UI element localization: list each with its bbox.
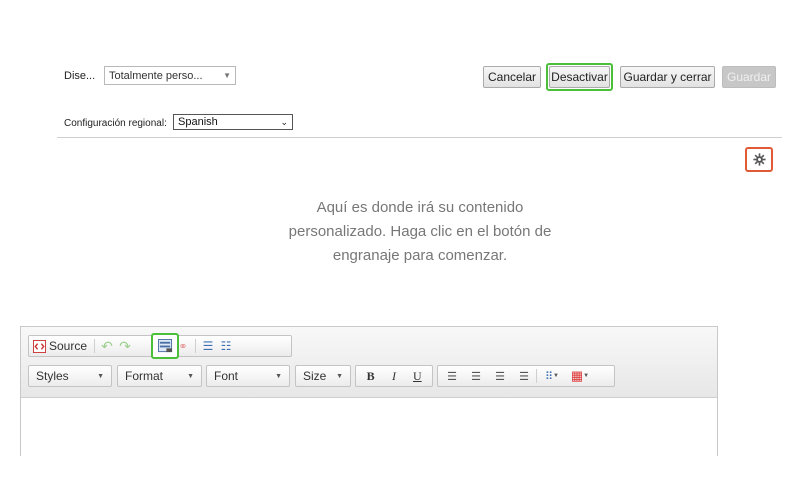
content-placeholder: Aquí es donde irá su contenido personali… (200, 196, 640, 268)
source-label: Source (49, 339, 88, 353)
template-button[interactable] (151, 333, 179, 359)
text-format-group: B I U (355, 365, 433, 387)
format-combo-label: Format (125, 369, 164, 383)
text-color-icon: ⠿ (544, 370, 554, 383)
save-button[interactable]: Guardar (722, 66, 776, 88)
locale-label: Configuración regional: (64, 118, 167, 129)
table-icon: ▦ (570, 368, 584, 383)
chevron-down-icon: ▼ (97, 372, 104, 380)
save-and-close-button[interactable]: Guardar y cerrar (620, 66, 715, 88)
placeholder-line-3: engranaje para comenzar. (332, 247, 508, 264)
redo-button[interactable]: ↷ (116, 337, 134, 355)
chevron-down-icon: ▼ (336, 372, 343, 380)
undo-icon: ↶ (101, 337, 113, 354)
bulleted-list-icon: ☷ (220, 339, 232, 353)
chevron-down-icon: ▼ (187, 372, 194, 380)
template-icon (157, 339, 172, 353)
align-left-button[interactable]: ☰ (443, 367, 461, 385)
placeholder-line-1: Aquí es donde irá su contenido (316, 199, 524, 216)
chevron-down-icon: ▼ (223, 71, 231, 80)
replace-icon: ⚭ (178, 340, 188, 353)
bulleted-list-button[interactable]: ☷ (217, 337, 235, 355)
redo-icon: ↷ (119, 337, 131, 354)
editor-content-area[interactable] (21, 398, 717, 456)
styles-combo[interactable]: Styles ▼ (28, 365, 112, 387)
source-icon (33, 339, 46, 353)
header-divider (57, 137, 782, 138)
font-combo[interactable]: Font ▼ (206, 365, 290, 387)
undo-button[interactable]: ↶ (98, 337, 116, 355)
locale-select-value: Spanish (178, 116, 218, 128)
size-combo-label: Size (303, 369, 327, 383)
text-color-button[interactable]: ⠿ ▼ (540, 367, 564, 385)
design-select-value: Totalmente perso... (109, 69, 203, 82)
toolbar-separator (94, 339, 96, 353)
placeholder-line-2: personalizado. Haga clic en el botón de (288, 223, 552, 240)
italic-button[interactable]: I (385, 367, 403, 385)
settings-gear-button[interactable] (745, 147, 773, 172)
font-combo-label: Font (214, 369, 239, 383)
align-left-icon: ☰ (447, 370, 457, 383)
chevron-down-icon: ▼ (275, 372, 282, 380)
alignment-group: ☰ ☰ ☰ ☰ ⠿ ▼ ▦ ▼ (437, 365, 615, 387)
format-combo[interactable]: Format ▼ (117, 365, 202, 387)
styles-combo-label: Styles (36, 369, 69, 383)
align-right-icon: ☰ (495, 370, 505, 383)
numbered-list-button[interactable]: ☰ (199, 337, 217, 355)
deactivate-button[interactable]: Desactivar (549, 66, 610, 88)
locale-select[interactable]: Spanish ⌄ (173, 114, 293, 130)
toolbar-separator (536, 369, 537, 383)
align-center-icon: ☰ (471, 370, 481, 383)
numbered-list-icon: ☰ (202, 339, 214, 353)
chevron-down-icon: ⌄ (280, 116, 288, 127)
justify-icon: ☰ (519, 370, 529, 383)
toolbar-separator (195, 339, 197, 353)
bold-button[interactable]: B (362, 367, 380, 385)
size-combo[interactable]: Size ▼ (295, 365, 351, 387)
justify-button[interactable]: ☰ (515, 367, 533, 385)
design-select[interactable]: Totalmente perso... ▼ (104, 66, 236, 85)
align-right-button[interactable]: ☰ (491, 367, 509, 385)
underline-button[interactable]: U (408, 367, 426, 385)
settings-gear-icon (752, 153, 766, 166)
table-button[interactable]: ▦ ▼ (568, 367, 592, 385)
cancel-button[interactable]: Cancelar (483, 66, 541, 88)
design-label: Dise... (64, 70, 96, 82)
source-button[interactable]: Source (29, 339, 91, 353)
align-center-button[interactable]: ☰ (467, 367, 485, 385)
